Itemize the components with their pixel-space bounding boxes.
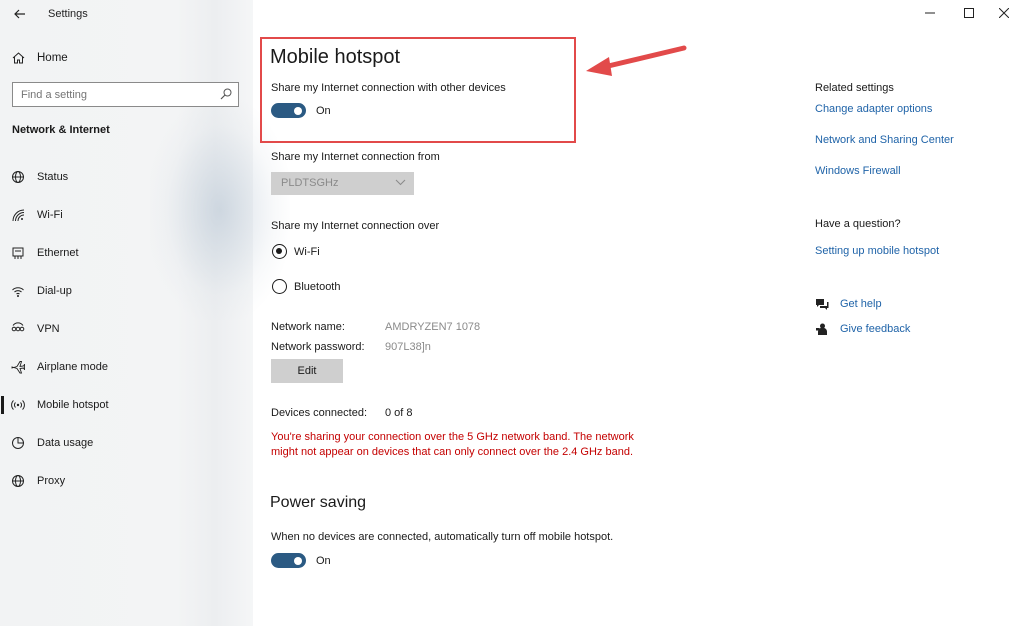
sidebar-item-label: Proxy xyxy=(37,475,66,487)
network-name-label: Network name: xyxy=(271,321,345,333)
sidebar-item-ethernet[interactable]: Ethernet xyxy=(0,238,253,268)
sidebar-item-label: Dial-up xyxy=(37,285,72,297)
radio-wifi-label: Wi-Fi xyxy=(294,246,320,258)
get-help-link[interactable]: Get help xyxy=(815,296,882,312)
sidebar-item-airplane-mode[interactable]: Airplane mode xyxy=(0,352,253,382)
radio-wifi[interactable] xyxy=(272,244,287,259)
get-help-label: Get help xyxy=(840,298,882,310)
edit-button[interactable]: Edit xyxy=(271,359,343,383)
sidebar-item-data-usage[interactable]: Data usage xyxy=(0,428,253,458)
sidebar-item-label: Airplane mode xyxy=(37,361,108,373)
sidebar-item-label: VPN xyxy=(37,323,60,335)
share-from-dropdown[interactable]: PLDTSGHz xyxy=(271,172,414,195)
sidebar-item-status[interactable]: Status xyxy=(0,162,253,192)
sidebar-item-vpn[interactable]: VPN xyxy=(0,314,253,344)
maximize-button[interactable] xyxy=(959,4,979,22)
minimize-icon xyxy=(925,12,935,14)
hotspot-icon xyxy=(11,400,25,410)
link-network-sharing-center[interactable]: Network and Sharing Center xyxy=(815,134,954,146)
devices-connected-label: Devices connected: xyxy=(271,407,367,419)
network-password-label: Network password: xyxy=(271,341,365,353)
globe-icon xyxy=(12,475,24,487)
sidebar-item-label: Mobile hotspot xyxy=(37,399,109,411)
dialup-icon xyxy=(12,287,24,297)
search-box[interactable] xyxy=(12,82,239,107)
home-icon xyxy=(12,52,25,64)
sidebar-item-mobile-hotspot[interactable]: Mobile hotspot xyxy=(0,390,253,420)
close-icon xyxy=(999,8,1009,18)
sidebar-item-label: Ethernet xyxy=(37,247,79,259)
power-saving-toggle[interactable] xyxy=(271,553,306,568)
toggle-knob xyxy=(294,556,302,565)
app-title: Settings xyxy=(48,8,88,20)
link-change-adapter-options[interactable]: Change adapter options xyxy=(815,103,932,115)
chevron-down-icon xyxy=(395,179,406,186)
vpn-icon xyxy=(11,322,25,332)
sidebar-item-wifi[interactable]: Wi-Fi xyxy=(0,200,253,230)
power-saving-label: When no devices are connected, automatic… xyxy=(271,531,614,543)
section-title: Network & Internet xyxy=(12,124,110,136)
search-icon[interactable] xyxy=(220,88,232,100)
link-windows-firewall[interactable]: Windows Firewall xyxy=(815,165,901,177)
give-feedback-link[interactable]: Give feedback xyxy=(815,321,910,337)
home-label: Home xyxy=(37,52,68,64)
active-indicator xyxy=(1,396,4,414)
related-settings-title: Related settings xyxy=(815,82,894,94)
give-feedback-label: Give feedback xyxy=(840,323,911,335)
maximize-icon xyxy=(964,8,974,18)
airplane-icon xyxy=(11,361,25,374)
back-button[interactable] xyxy=(10,4,30,24)
sidebar-item-label: Status xyxy=(37,171,69,183)
sidebar-item-dialup[interactable]: Dial-up xyxy=(0,276,253,306)
power-saving-title: Power saving xyxy=(270,494,367,511)
share-over-label: Share my Internet connection over xyxy=(271,220,440,232)
feedback-icon xyxy=(816,323,827,335)
search-input[interactable] xyxy=(13,83,208,106)
sidebar-item-label: Wi-Fi xyxy=(37,209,63,221)
chat-help-icon xyxy=(816,298,829,310)
annotation-arrow-icon xyxy=(586,45,687,76)
link-setting-up-hotspot[interactable]: Setting up mobile hotspot xyxy=(815,245,939,257)
wifi-icon xyxy=(12,209,25,222)
network-name-value: AMDRYZEN7 1078 xyxy=(385,321,481,333)
band-warning: You're sharing your connection over the … xyxy=(271,431,634,458)
radio-bluetooth-label: Bluetooth xyxy=(294,281,341,293)
sidebar-item-proxy[interactable]: Proxy xyxy=(0,466,253,496)
network-password-value: 907L38]n xyxy=(385,341,431,353)
question-title: Have a question? xyxy=(815,218,901,230)
sidebar-item-home[interactable]: Home xyxy=(12,49,68,67)
ethernet-icon xyxy=(12,247,24,259)
devices-connected-value: 0 of 8 xyxy=(385,407,413,419)
globe-icon xyxy=(12,171,24,183)
radio-bluetooth[interactable] xyxy=(272,279,287,294)
share-from-label: Share my Internet connection from xyxy=(271,151,440,163)
data-usage-icon xyxy=(12,437,24,449)
minimize-button[interactable] xyxy=(920,4,940,22)
share-from-value: PLDTSGHz xyxy=(281,177,339,189)
annotation-highlight-box xyxy=(260,37,576,143)
power-saving-toggle-state: On xyxy=(316,555,331,567)
sidebar: Settings Home Network & Internet Status … xyxy=(0,0,290,626)
sidebar-item-label: Data usage xyxy=(37,437,94,449)
back-arrow-icon xyxy=(14,9,25,19)
close-button[interactable] xyxy=(994,4,1014,22)
